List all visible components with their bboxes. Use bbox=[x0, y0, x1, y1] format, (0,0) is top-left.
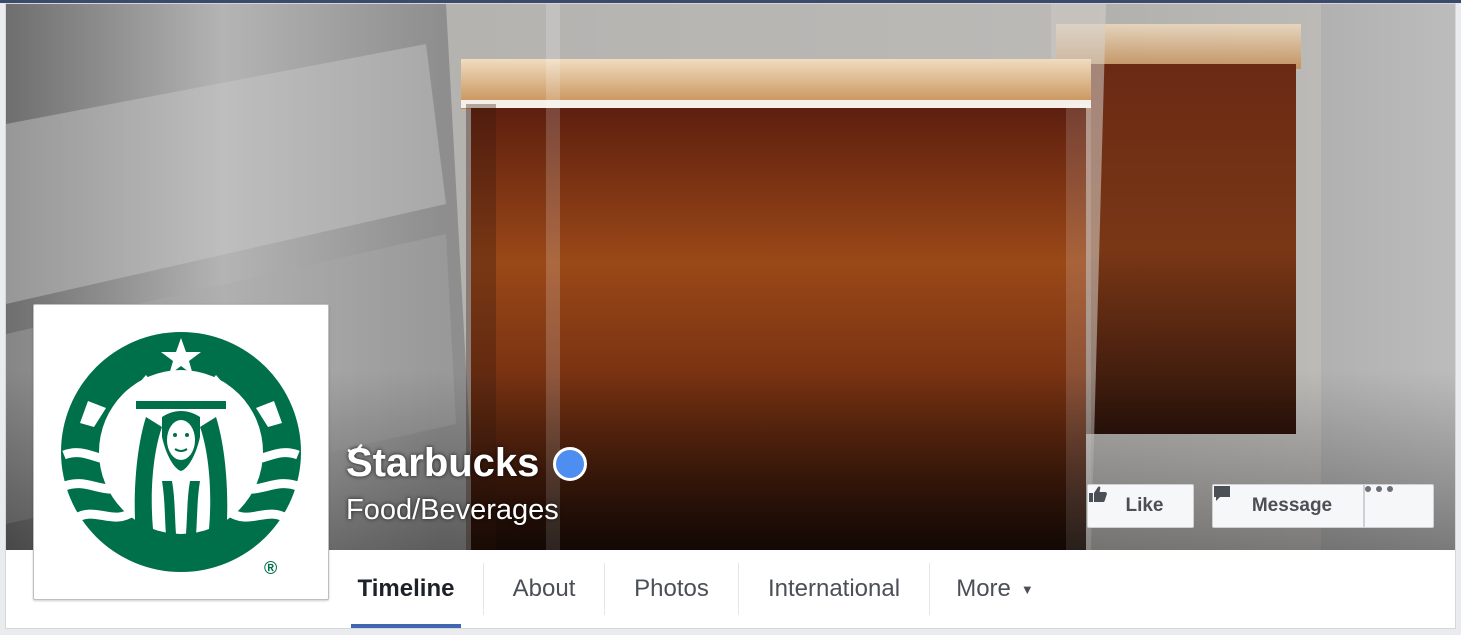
profile-picture[interactable]: ® bbox=[33, 304, 329, 600]
starbucks-siren-logo: ® bbox=[60, 332, 302, 578]
tab-more-label: More bbox=[956, 575, 1011, 602]
more-actions-button[interactable] bbox=[1363, 484, 1434, 528]
tab-international-label: International bbox=[767, 575, 901, 602]
tab-photos[interactable]: Photos bbox=[605, 550, 738, 628]
tab-more[interactable]: More ▼ bbox=[930, 550, 1060, 628]
tab-timeline[interactable]: Timeline bbox=[351, 550, 461, 628]
tab-about-label: About bbox=[512, 575, 576, 602]
tab-photos-label: Photos bbox=[634, 575, 709, 602]
page-name[interactable]: Starbucks bbox=[346, 441, 588, 486]
like-button-label: Like bbox=[1125, 495, 1164, 516]
message-button-label: Message bbox=[1251, 495, 1333, 516]
like-button[interactable]: Like bbox=[1087, 484, 1194, 528]
page-header: Starbucks Food/Beverages Like Message ® … bbox=[5, 3, 1456, 629]
registered-mark: ® bbox=[264, 558, 277, 578]
caret-down-icon: ▼ bbox=[1020, 581, 1034, 597]
tab-international[interactable]: International bbox=[739, 550, 929, 628]
page-name-text[interactable]: Starbucks bbox=[346, 441, 539, 486]
tab-about[interactable]: About bbox=[484, 550, 604, 628]
page-category[interactable]: Food/Beverages bbox=[346, 494, 559, 527]
tab-timeline-label: Timeline bbox=[357, 575, 455, 602]
verified-check-icon bbox=[347, 444, 588, 481]
message-button[interactable]: Message bbox=[1212, 484, 1363, 528]
